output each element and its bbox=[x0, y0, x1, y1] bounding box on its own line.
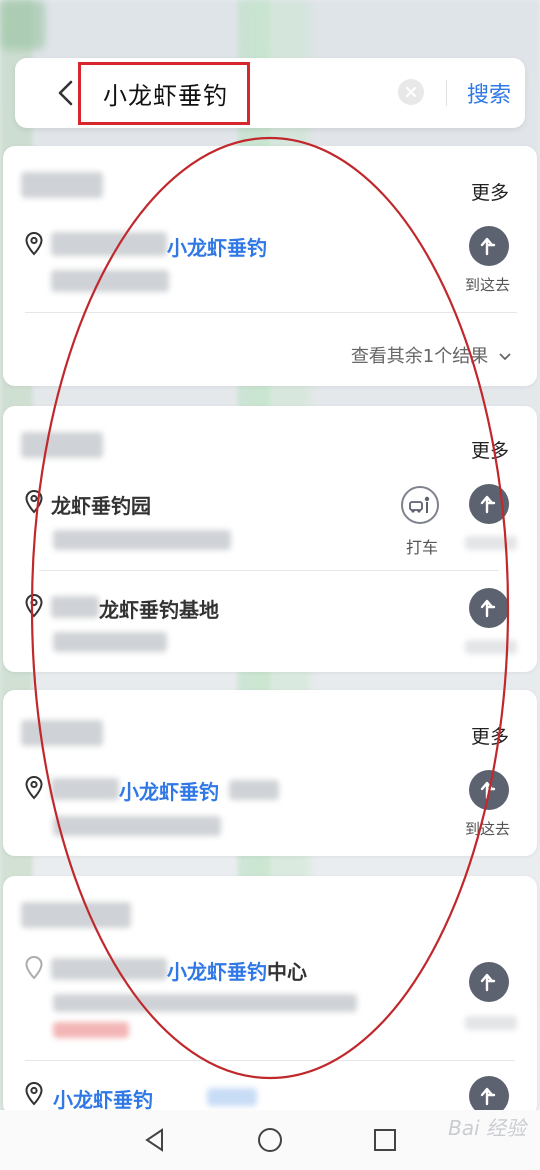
chevron-down-icon bbox=[499, 353, 511, 361]
location-pin-icon bbox=[25, 232, 43, 256]
location-pin-icon bbox=[25, 776, 43, 800]
divider bbox=[39, 570, 499, 571]
blurred-text bbox=[51, 778, 119, 800]
location-pin-icon bbox=[25, 594, 43, 618]
location-pin-icon bbox=[25, 490, 43, 514]
triangle-back-icon[interactable] bbox=[142, 1127, 168, 1153]
blurred-address bbox=[53, 632, 167, 652]
route-arrow-icon[interactable] bbox=[469, 588, 509, 628]
search-button[interactable]: 搜索 bbox=[467, 77, 511, 109]
blurred-address bbox=[53, 994, 357, 1012]
blurred-address bbox=[53, 530, 231, 550]
result-name[interactable]: 龙虾垂钓基地 bbox=[99, 594, 219, 623]
result-name-highlight: 小龙虾垂钓 bbox=[167, 960, 267, 984]
blurred-tag bbox=[53, 1022, 129, 1038]
location-pin-icon bbox=[25, 1082, 43, 1106]
blurred-distance bbox=[465, 640, 517, 654]
blurred-address bbox=[53, 816, 221, 836]
blurred-address bbox=[51, 270, 169, 292]
nav-label[interactable]: 到这去 bbox=[465, 818, 510, 839]
result-name[interactable]: 小龙虾垂钓 bbox=[119, 776, 219, 805]
result-name-suffix: 中心 bbox=[267, 960, 307, 984]
route-arrow-icon[interactable] bbox=[469, 770, 509, 810]
city-title bbox=[21, 432, 103, 458]
annotation-rectangle bbox=[78, 62, 250, 125]
divider bbox=[446, 80, 447, 106]
route-arrow-icon[interactable] bbox=[469, 484, 509, 524]
nav-label[interactable]: 到这去 bbox=[465, 274, 510, 295]
blurred-text bbox=[229, 780, 279, 800]
watermark: Bai 经验 bbox=[448, 1116, 526, 1140]
blurred-text bbox=[51, 596, 99, 618]
divider bbox=[25, 312, 517, 313]
result-group-2: 更多 龙虾垂钓园 打车 龙虾垂钓基地 bbox=[3, 406, 537, 672]
location-pin-icon bbox=[25, 956, 43, 980]
blurred-tag bbox=[207, 1088, 257, 1106]
clear-icon[interactable] bbox=[398, 79, 424, 105]
blurred-distance bbox=[465, 1016, 517, 1030]
result-group-4: 小龙虾垂钓中心 小龙虾垂钓 bbox=[3, 876, 537, 1116]
route-arrow-icon[interactable] bbox=[469, 226, 509, 266]
more-link[interactable]: 更多 bbox=[471, 436, 509, 463]
square-recent-icon[interactable] bbox=[372, 1127, 398, 1153]
other-results-link[interactable]: 查看其余1个结果 bbox=[351, 342, 512, 368]
taxi-label[interactable]: 打车 bbox=[406, 534, 438, 558]
blurred-text bbox=[51, 232, 167, 256]
result-name-highlight: 小龙虾垂钓 bbox=[167, 236, 267, 260]
taxi-icon[interactable] bbox=[401, 486, 439, 524]
blurred-distance bbox=[465, 536, 517, 550]
other-results-label: 查看其余1个结果 bbox=[350, 346, 489, 367]
map-road bbox=[0, 0, 45, 50]
result-name[interactable]: 小龙虾垂钓中心 bbox=[167, 956, 307, 985]
circle-home-icon[interactable] bbox=[256, 1126, 284, 1154]
city-title bbox=[21, 172, 103, 198]
city-title bbox=[21, 902, 131, 928]
result-group-1: 更多 小龙虾垂钓 到这去 查看其余1个结果 bbox=[3, 146, 537, 386]
result-name-highlight: 小龙虾垂钓 bbox=[119, 780, 219, 804]
more-link[interactable]: 更多 bbox=[471, 722, 509, 749]
result-name[interactable]: 小龙虾垂钓 bbox=[53, 1084, 153, 1113]
divider bbox=[25, 1060, 515, 1061]
route-arrow-icon[interactable] bbox=[469, 962, 509, 1002]
result-name[interactable]: 小龙虾垂钓 bbox=[167, 232, 267, 261]
blurred-text bbox=[51, 958, 167, 980]
city-title bbox=[21, 720, 103, 746]
more-link[interactable]: 更多 bbox=[471, 178, 509, 205]
result-name-highlight: 小龙虾垂钓 bbox=[53, 1088, 153, 1112]
result-name[interactable]: 龙虾垂钓园 bbox=[51, 490, 151, 519]
result-group-3: 更多 小龙虾垂钓 到这去 bbox=[3, 690, 537, 856]
chevron-left-icon[interactable] bbox=[55, 80, 77, 106]
